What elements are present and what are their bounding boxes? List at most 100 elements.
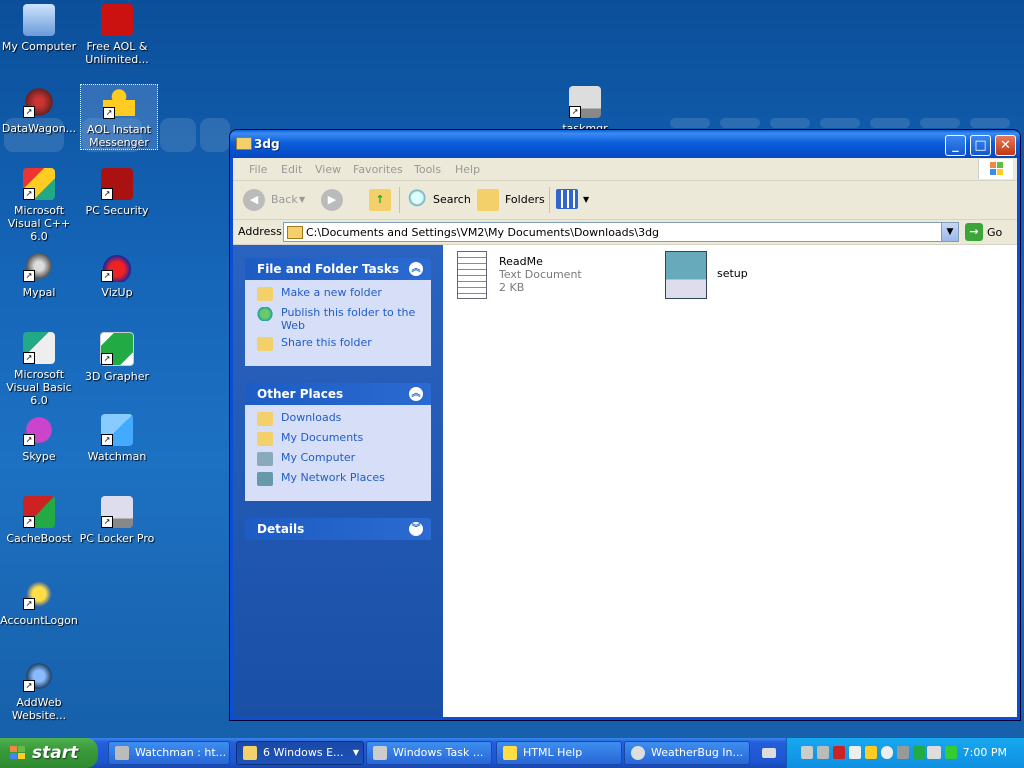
network-icon[interactable]	[927, 746, 941, 759]
file-item-readme[interactable]: ReadMe Text Document 2 KB	[455, 251, 645, 301]
text-document-icon	[457, 251, 487, 299]
datawagon-icon: ↗	[23, 86, 55, 118]
folder-icon	[243, 746, 257, 760]
views-button[interactable]: ▼	[556, 187, 592, 213]
menu-tools[interactable]: Tools	[414, 163, 441, 176]
computer-icon	[23, 4, 55, 36]
place-my-network-places[interactable]: My Network Places	[257, 471, 423, 491]
panel-header[interactable]: File and Folder Tasks ︽	[245, 258, 431, 280]
taskbar-button-watchman[interactable]: Watchman : ht...	[108, 741, 230, 765]
green-status-icon[interactable]	[913, 746, 925, 759]
desktop-icon-visual-cpp[interactable]: ↗ Microsoft Visual C++ 6.0	[0, 166, 78, 243]
desktop-icon-accountlogon[interactable]: ↗ AccountLogon	[0, 576, 78, 627]
menu-view[interactable]: View	[315, 163, 341, 176]
taskbar-button-task-manager[interactable]: Windows Task ...	[366, 741, 492, 765]
skype-icon: ↗	[23, 414, 55, 446]
close-button[interactable]: ✕	[995, 135, 1016, 156]
taskbar-button-weatherbug[interactable]: WeatherBug In...	[624, 741, 750, 765]
taskbar-button-html-help[interactable]: HTML Help	[496, 741, 622, 765]
panel-header[interactable]: Other Places ︽	[245, 383, 431, 405]
desktop-icon-skype[interactable]: ↗ Skype	[0, 412, 78, 463]
computer-icon	[257, 452, 273, 466]
group-dropdown-icon: ▼	[352, 748, 359, 757]
aim-runner-icon[interactable]	[865, 746, 877, 759]
task-publish-to-web[interactable]: Publish this folder to the Web	[257, 306, 423, 336]
place-my-computer[interactable]: My Computer	[257, 451, 423, 471]
desktop-icon-free-aol[interactable]: Free AOL & Unlimited...	[78, 2, 156, 66]
menu-edit[interactable]: Edit	[281, 163, 302, 176]
security-icon[interactable]	[833, 746, 845, 759]
up-folder-button[interactable]: ↑	[369, 187, 395, 213]
back-dropdown-icon[interactable]: ▼	[299, 187, 311, 213]
maximize-button[interactable]: □	[970, 135, 991, 156]
cacheboost-icon: ↗	[23, 496, 55, 528]
desktop-icon-pc-locker-pro[interactable]: ↗ PC Locker Pro	[78, 494, 156, 545]
forward-button[interactable]: ▶	[321, 187, 351, 213]
panel-header[interactable]: Details ︾	[245, 518, 431, 540]
desktop-icon-cacheboost[interactable]: ↗ CacheBoost	[0, 494, 78, 545]
minimize-button[interactable]: _	[945, 135, 966, 156]
start-button[interactable]: start	[0, 738, 98, 768]
visual-cpp-icon: ↗	[23, 168, 55, 200]
folder-icon	[287, 226, 303, 239]
address-input[interactable]: C:\Documents and Settings\VM2\My Documen…	[283, 222, 959, 242]
clock[interactable]: 7:00 PM	[963, 746, 1007, 759]
lock-icon[interactable]	[801, 746, 813, 759]
window-title: 3dg	[254, 137, 280, 151]
network-icon	[257, 472, 273, 486]
address-label: Address	[238, 225, 282, 238]
lock-icon[interactable]	[817, 746, 829, 759]
monitor-icon[interactable]	[897, 746, 909, 759]
task-share-folder[interactable]: Share this folder	[257, 336, 423, 356]
desktop-icon-datawagon[interactable]: ↗ DataWagon...	[0, 84, 78, 135]
taskbar: start Watchman : ht... 6 Windows E... ▼ …	[0, 738, 1024, 768]
task-make-new-folder[interactable]: Make a new folder	[257, 286, 423, 306]
search-button[interactable]: Search	[405, 187, 473, 213]
up-folder-icon: ↑	[369, 189, 391, 211]
taskbar-button-windows-explorer[interactable]: 6 Windows E... ▼	[236, 741, 364, 765]
desktop-icon-addweb[interactable]: ↗ AddWeb Website...	[0, 658, 78, 722]
addweb-icon: ↗	[23, 660, 55, 692]
menu-file[interactable]: File	[249, 163, 267, 176]
pc-locker-icon: ↗	[101, 496, 133, 528]
file-item-setup[interactable]: setup	[665, 251, 785, 301]
window-client: File Edit View Favorites Tools Help ◀ Ba…	[233, 158, 1017, 717]
grapher-icon: ↗	[100, 332, 134, 366]
volume-icon[interactable]	[945, 746, 957, 759]
system-tray: 7:00 PM	[786, 738, 1024, 768]
folders-button[interactable]: Folders	[477, 187, 547, 213]
folder-icon	[236, 137, 252, 150]
window-titlebar[interactable]: 3dg _ □ ✕	[230, 130, 1020, 158]
desktop-icon-3d-grapher[interactable]: ↗ 3D Grapher	[78, 330, 156, 383]
desktop-icon-watchman[interactable]: ↗ Watchman	[78, 412, 156, 463]
desktop-icon-mypal[interactable]: ↗ Mypal	[0, 248, 78, 299]
keyboard-indicator[interactable]	[756, 741, 782, 765]
desktop-icon-aol-instant-messenger[interactable]: ↗ AOL Instant Messenger	[80, 84, 158, 150]
aol-icon	[101, 4, 133, 36]
desktop-icon-visual-basic[interactable]: ↗ Microsoft Visual Basic 6.0	[0, 330, 78, 407]
weatherbug-icon	[631, 746, 645, 760]
expand-chevron-icon[interactable]: ︾	[409, 522, 423, 536]
keyboard-icon	[762, 748, 776, 758]
menu-favorites[interactable]: Favorites	[353, 163, 403, 176]
setup-installer-icon	[665, 251, 707, 299]
menu-help[interactable]: Help	[455, 163, 480, 176]
go-button[interactable]: → Go	[963, 222, 1013, 242]
place-downloads[interactable]: Downloads	[257, 411, 423, 431]
desktop-icon-my-computer[interactable]: My Computer	[0, 2, 78, 53]
place-my-documents[interactable]: My Documents	[257, 431, 423, 451]
shield-icon[interactable]	[849, 746, 861, 759]
tasks-pane: File and Folder Tasks ︽ Make a new folde…	[233, 245, 443, 717]
desktop-icon-pc-security[interactable]: ↗ PC Security	[78, 166, 156, 217]
desktop-icon-vizup[interactable]: ↗ VizUp	[78, 248, 156, 299]
watchman-icon	[115, 746, 129, 760]
aim-runner-icon: ↗	[103, 87, 135, 119]
address-dropdown-icon[interactable]: ▼	[941, 223, 958, 241]
task-manager-icon	[373, 746, 387, 760]
collapse-chevron-icon[interactable]: ︽	[409, 262, 423, 276]
collapse-chevron-icon[interactable]: ︽	[409, 387, 423, 401]
back-arrow-icon: ◀	[243, 189, 265, 211]
weatherbug-icon[interactable]	[881, 746, 893, 759]
globe-icon	[257, 307, 273, 321]
desktop-icon-taskmgr[interactable]: ↗ taskmgr	[546, 84, 624, 135]
